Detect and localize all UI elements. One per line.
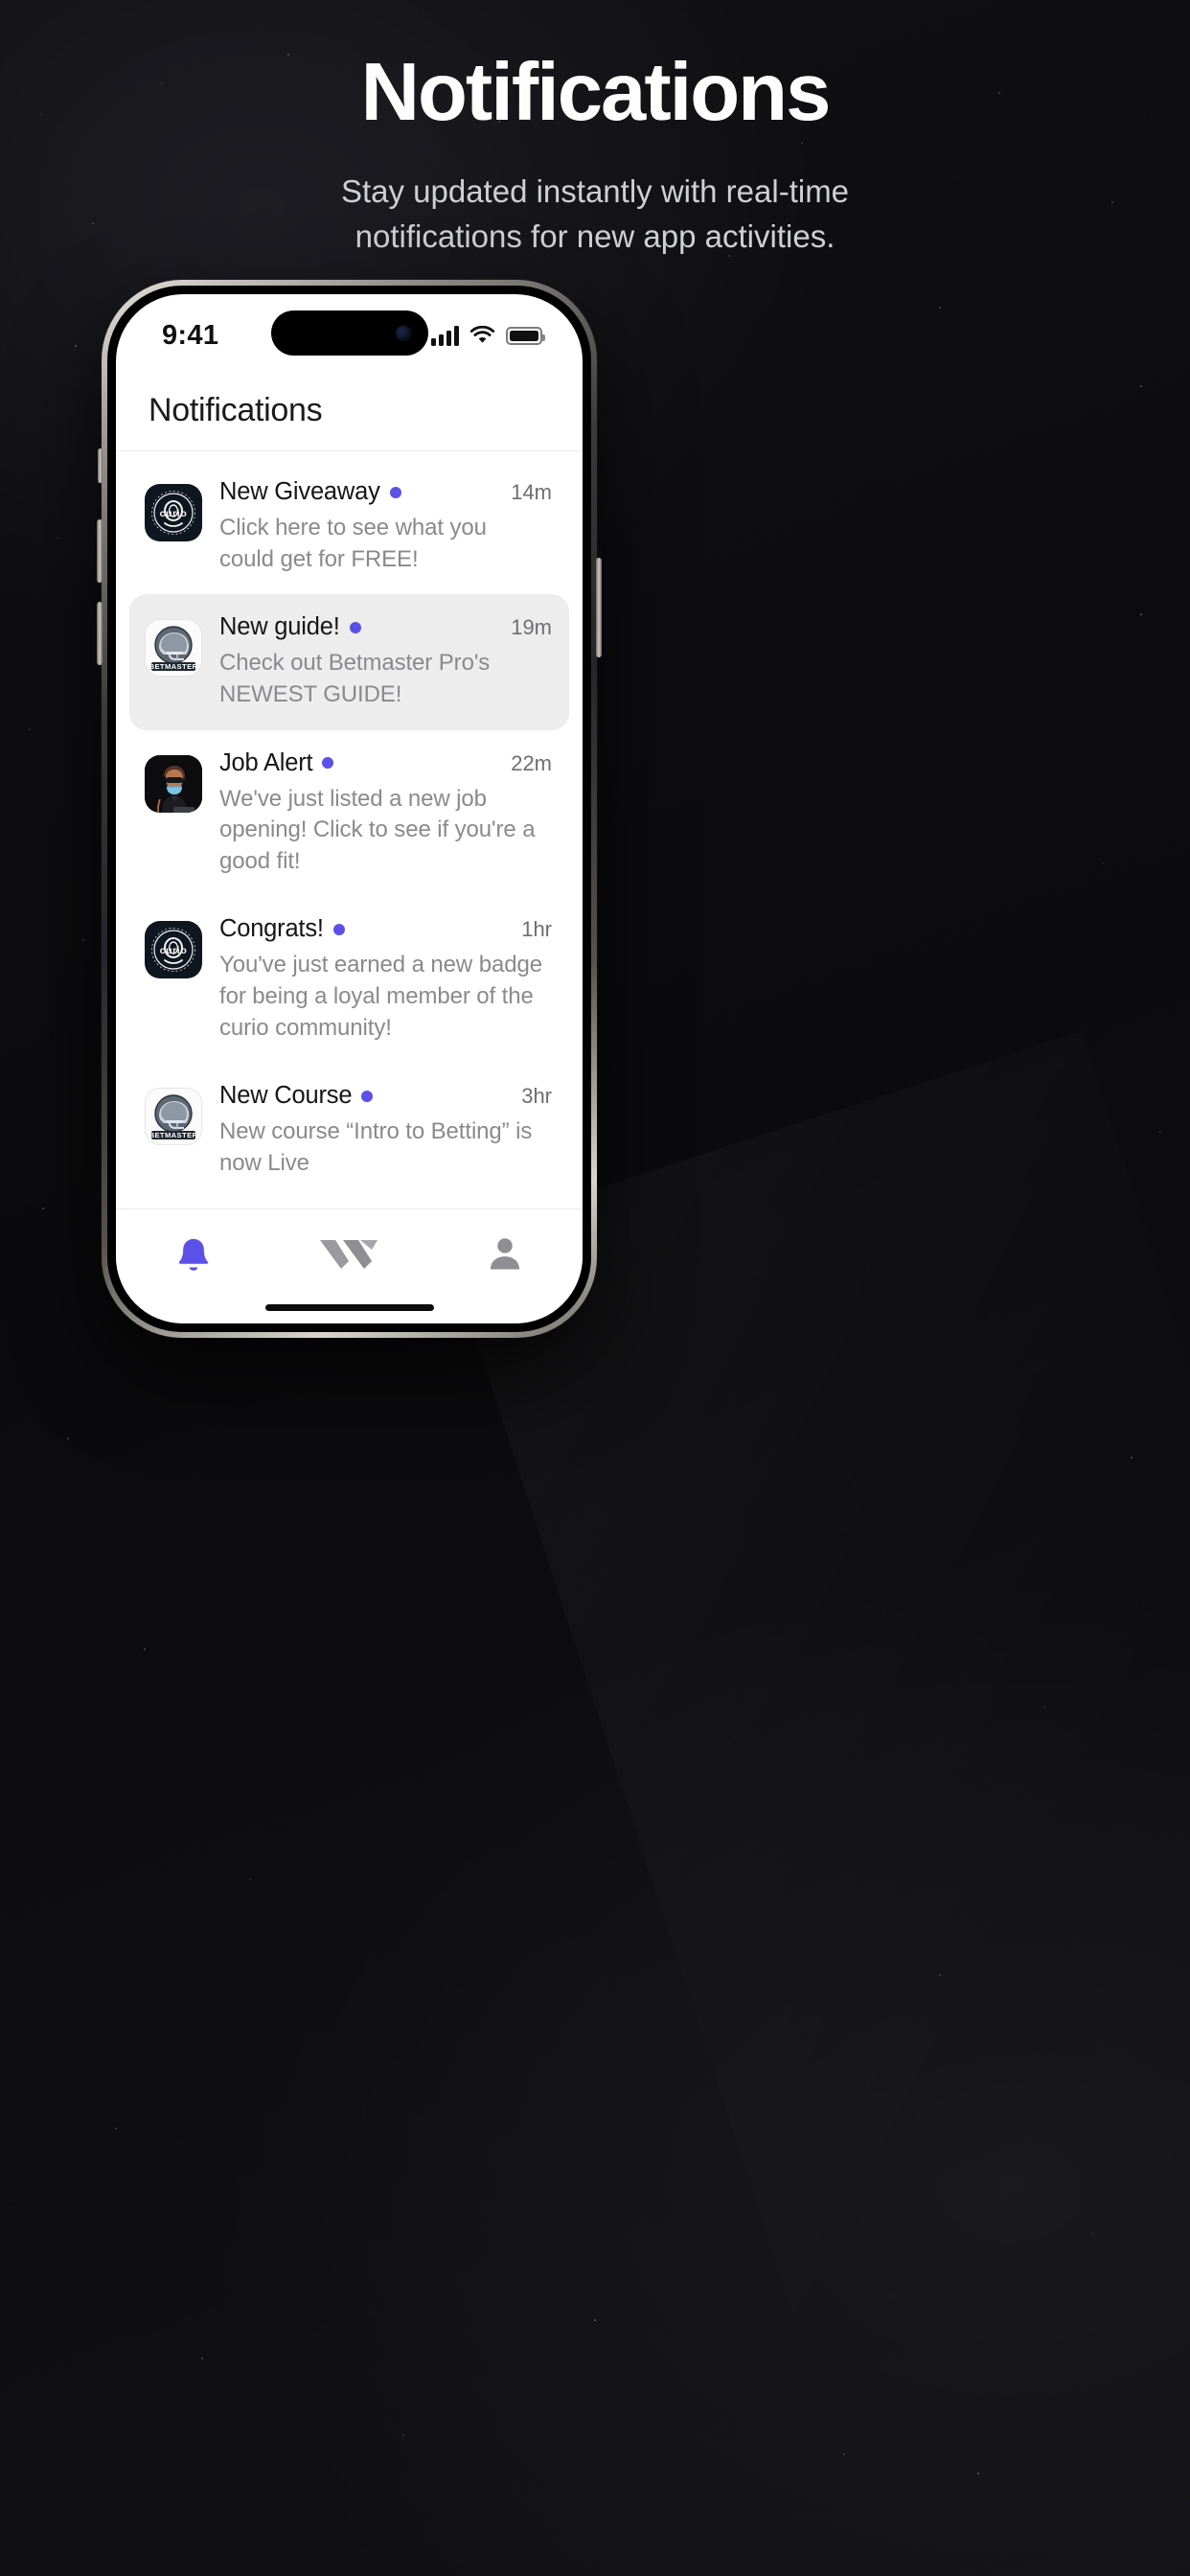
unread-dot [361, 1090, 374, 1102]
notification-row[interactable]: BETMASTER New guide! Check out Betmaster … [129, 594, 569, 730]
app-header: Notifications [116, 377, 583, 451]
unread-dot [322, 757, 334, 769]
tab-home[interactable] [271, 1232, 426, 1273]
tab-profile[interactable] [427, 1232, 583, 1275]
notification-avatar: curio [145, 484, 202, 541]
notification-list[interactable]: curio New Giveaway Click here to see what… [116, 451, 583, 1199]
tab-bar [116, 1208, 583, 1323]
notification-row[interactable]: Job Alert We've just listed a new job ope… [129, 730, 569, 897]
notification-body: Congrats! You've just earned a new badge … [219, 915, 554, 1044]
person-illustration-icon [145, 754, 202, 813]
notification-body: New guide! Check out Betmaster Pro's NEWE… [219, 613, 554, 710]
notification-title-row: Congrats! [219, 915, 544, 943]
chevrons-logo-icon [320, 1240, 378, 1269]
notification-avatar: BETMASTER [145, 619, 202, 678]
notification-body: Job Alert We've just listed a new job ope… [219, 749, 554, 878]
curio-logo-icon: curio [151, 491, 195, 535]
notification-title: Job Alert [219, 748, 313, 776]
hero-section: Notifications Stay updated instantly wit… [0, 0, 1190, 260]
svg-text:BETMASTER: BETMASTER [149, 1131, 198, 1139]
person-icon [490, 1238, 519, 1270]
notification-timestamp: 22m [511, 750, 552, 775]
tab-notifications[interactable] [116, 1232, 271, 1278]
notification-title: New Giveaway [219, 478, 380, 505]
phone-screen: 9:41 Notifications curio New Giveaway Cl… [116, 294, 583, 1323]
status-bar: 9:41 [116, 294, 583, 377]
notification-title: New Course [219, 1082, 353, 1110]
notification-message: New course “Intro to Betting” is now Liv… [219, 1118, 533, 1176]
app-header-title: Notifications [149, 392, 323, 428]
notification-row[interactable]: curio Congrats! You've just earned a new … [129, 896, 569, 1063]
notification-timestamp: 14m [511, 480, 552, 504]
volume-down-button[interactable] [97, 602, 103, 665]
notification-message: Check out Betmaster Pro's NEWEST GUIDE! [219, 650, 491, 707]
notification-body: New Course New course “Intro to Betting” … [219, 1082, 554, 1179]
volume-up-button[interactable] [97, 519, 103, 583]
wifi-icon [469, 326, 495, 343]
silent-switch[interactable] [98, 448, 103, 483]
front-camera-icon [395, 325, 412, 341]
svg-text:BETMASTER: BETMASTER [149, 662, 198, 671]
page-title: Notifications [360, 47, 832, 138]
notification-avatar: curio [145, 921, 202, 979]
svg-text:curio: curio [160, 945, 188, 956]
notification-timestamp: 3hr [521, 1084, 552, 1109]
svg-text:curio: curio [160, 508, 188, 519]
page-subtitle-line-1: Stay updated instantly with real-time [340, 173, 850, 210]
page-subtitle: Stay updated instantly with real-time no… [0, 170, 1190, 260]
phone-bezel: 9:41 Notifications curio New Giveaway Cl… [107, 286, 591, 1332]
unread-dot [349, 621, 361, 633]
notification-row[interactable]: curio New Giveaway Click here to see what… [129, 459, 569, 594]
notification-avatar [145, 754, 202, 813]
unread-dot [389, 486, 401, 498]
notification-title-row: New Course [219, 1082, 544, 1110]
notification-title-row: New Giveaway [219, 478, 544, 506]
notification-message: We've just listed a new job opening! Cli… [219, 785, 536, 874]
notification-title-row: Job Alert [219, 749, 544, 777]
power-button[interactable] [596, 558, 602, 657]
betmaster-helmet-icon: BETMASTER [149, 1094, 198, 1140]
betmaster-helmet-icon: BETMASTER [149, 626, 198, 672]
bell-icon [179, 1238, 209, 1271]
notification-avatar: BETMASTER [145, 1088, 202, 1146]
notification-body: New Giveaway Click here to see what you c… [219, 478, 554, 575]
dynamic-island [270, 310, 428, 356]
notification-message: Click here to see what you could get for… [219, 515, 487, 572]
notification-message: You've just earned a new badge for being… [219, 952, 542, 1041]
notification-row[interactable]: BETMASTER New Course New course “Intro to… [129, 1063, 569, 1198]
notification-title: New guide! [219, 613, 340, 641]
unread-dot [332, 923, 345, 935]
notification-title: Congrats! [219, 915, 324, 943]
home-indicator [264, 1304, 434, 1311]
curio-logo-icon: curio [151, 928, 195, 973]
notification-timestamp: 19m [511, 615, 552, 640]
signal-bars-icon [431, 325, 459, 346]
status-bar-indicators [431, 325, 545, 346]
page-subtitle-line-2: notifications for new app activities. [355, 218, 835, 255]
phone-mockup: 9:41 Notifications curio New Giveaway Cl… [97, 280, 602, 1338]
status-bar-time: 9:41 [162, 319, 219, 351]
notification-title-row: New guide! [219, 613, 544, 641]
battery-icon [506, 326, 545, 345]
notification-timestamp: 1hr [521, 917, 552, 942]
